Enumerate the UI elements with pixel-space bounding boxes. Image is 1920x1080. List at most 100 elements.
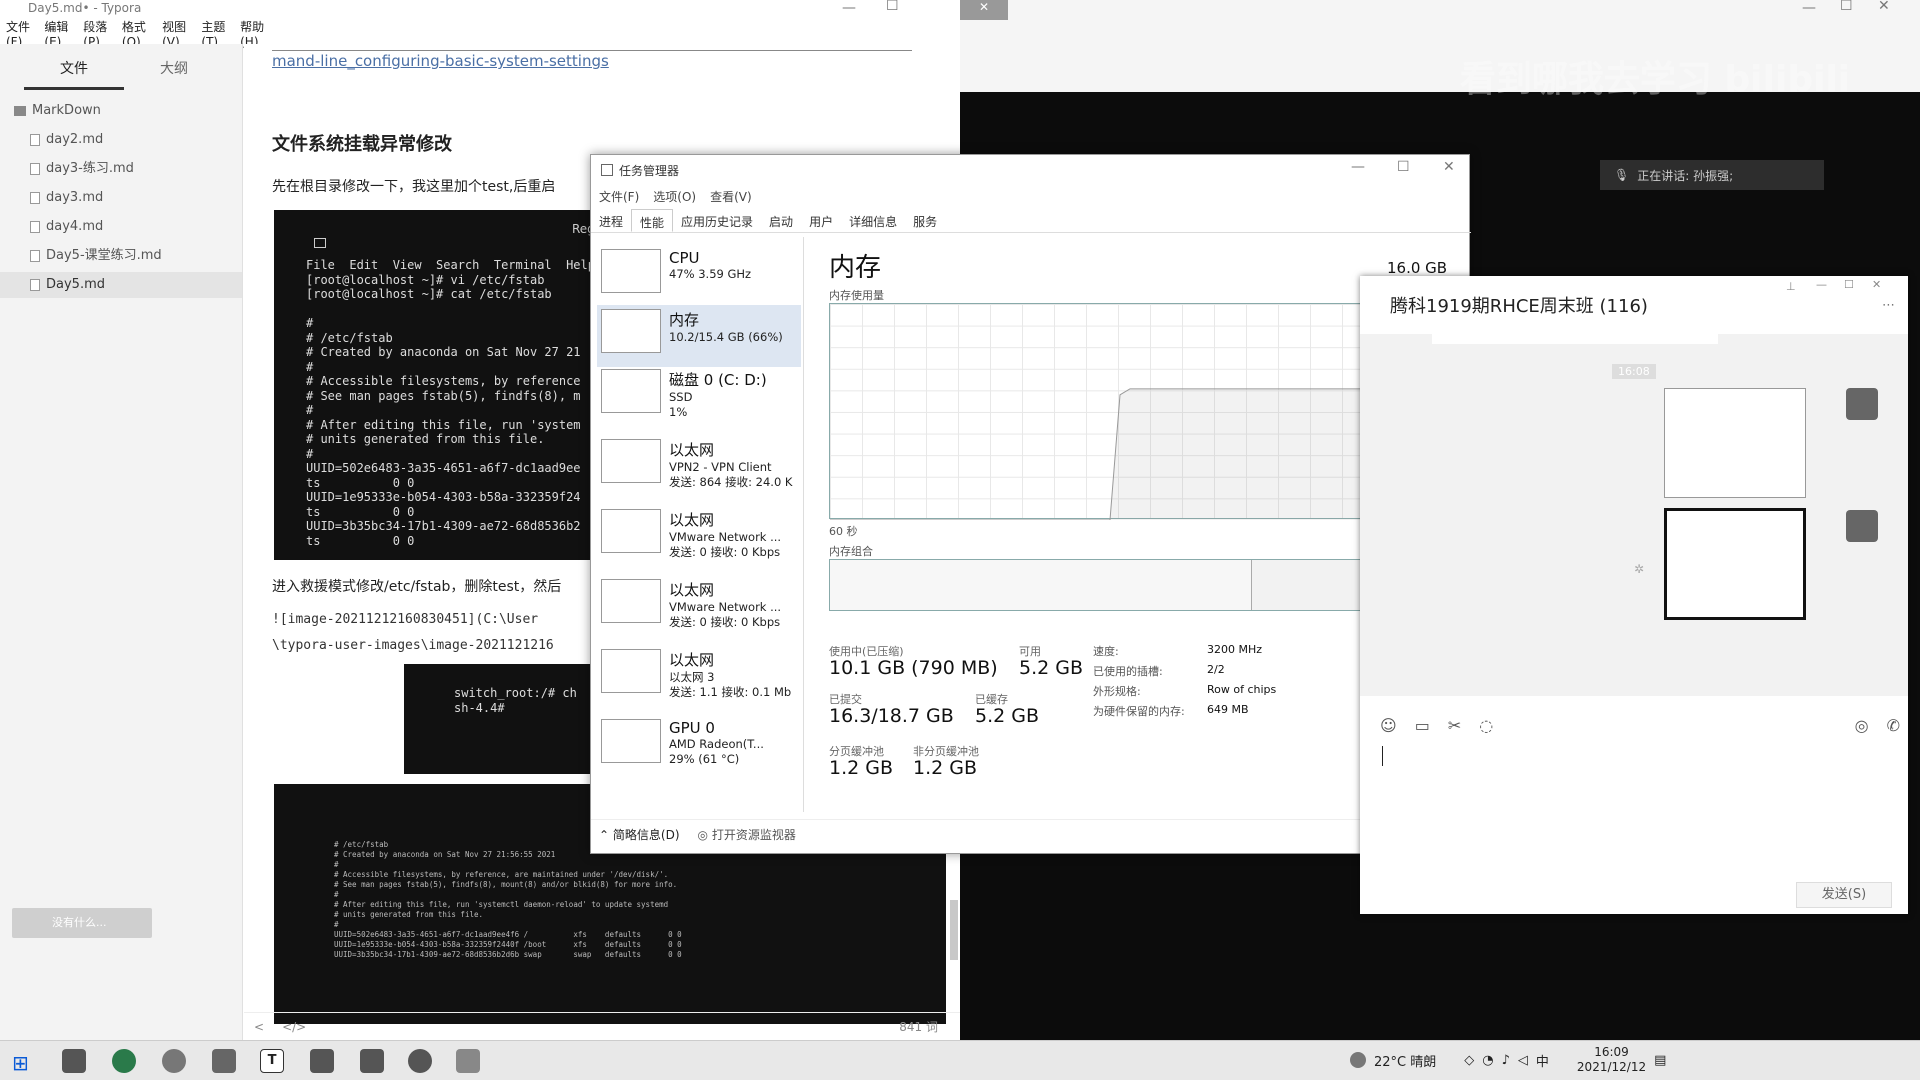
memory-in-use-segment <box>830 560 1253 610</box>
tab-details[interactable]: 详细信息 <box>841 209 905 232</box>
app-icon[interactable] <box>360 1049 384 1073</box>
perf-item-ethernet[interactable]: 以太网 VMware Network ... 发送: 0 接收: 0 Kbps <box>597 505 801 567</box>
disk-graph-thumbnail <box>601 369 661 413</box>
clock[interactable]: 16:09 2021/12/12 <box>1577 1045 1646 1075</box>
perf-item-disk[interactable]: 磁盘 0 (C: D:) SSD 1% <box>597 365 801 427</box>
ethernet-graph-thumbnail <box>601 439 661 483</box>
app-icon[interactable] <box>162 1049 186 1073</box>
perf-item-name: 内存 <box>669 311 700 329</box>
back-button[interactable]: < <box>254 1020 264 1034</box>
avatar[interactable] <box>1846 388 1878 420</box>
perf-item-detail: VPN2 - VPN Client <box>669 460 772 474</box>
wechat-icon[interactable]: ◔ <box>1482 1053 1493 1068</box>
perf-item-detail: 47% 3.59 GHz <box>669 267 752 281</box>
windows-start-icon[interactable]: ⊞ <box>12 1051 29 1075</box>
close-icon[interactable]: ✕ <box>960 0 1008 20</box>
close-button[interactable]: ✕ <box>1878 0 1890 14</box>
task-manager-icon <box>601 164 613 176</box>
phone-icon[interactable]: ✆ <box>1887 716 1900 742</box>
typora-app-icon[interactable]: T <box>260 1049 284 1073</box>
network-icon[interactable]: ◇ <box>1464 1053 1474 1068</box>
perf-item-detail: 10.2/15.4 GB (66%) <box>669 330 783 344</box>
perf-item-gpu[interactable]: GPU 0 AMD Radeon(T... 29% (61 °C) <box>597 715 801 777</box>
tab-files[interactable]: 文件 <box>24 56 124 90</box>
open-resource-monitor-link[interactable]: ◎ 打开资源监视器 <box>698 826 796 843</box>
file-item[interactable]: day3-练习.md <box>30 156 256 182</box>
maximize-button[interactable]: ☐ <box>886 0 899 14</box>
task-manager-footer: ⌃ 简略信息(D) ◎ 打开资源监视器 <box>591 819 1471 849</box>
tab-users[interactable]: 用户 <box>801 209 841 232</box>
tab-app-history[interactable]: 应用历史记录 <box>673 209 761 232</box>
close-button[interactable]: ✕ <box>1872 278 1881 291</box>
ime-indicator[interactable]: 中 <box>1536 1051 1549 1070</box>
tab-startup[interactable]: 启动 <box>761 209 801 232</box>
close-button[interactable]: ✕ <box>1443 159 1455 175</box>
perf-item-memory[interactable]: 内存 10.2/15.4 GB (66%) <box>597 305 801 367</box>
menu-options[interactable]: 选项(O) <box>653 188 696 205</box>
nonpaged-pool-value: 1.2 GB <box>913 757 978 779</box>
minimize-button[interactable]: — <box>1802 0 1816 16</box>
microphone-icon[interactable]: ♪ <box>1502 1053 1510 1068</box>
maximize-button[interactable]: ☐ <box>1844 278 1854 291</box>
scissors-icon[interactable]: ✂ <box>1448 716 1461 742</box>
tab-processes[interactable]: 进程 <box>591 209 631 232</box>
folder-markdown[interactable]: MarkDown <box>14 98 240 124</box>
task-manager-app-icon[interactable] <box>456 1049 480 1073</box>
speaking-label: 正在讲话: 孙振强; <box>1637 168 1734 183</box>
overlay-button[interactable]: 没有什么... <box>12 908 152 938</box>
send-button[interactable]: 发送(S) <box>1796 882 1892 908</box>
maximize-button[interactable]: ☐ <box>1397 159 1410 175</box>
minimize-button[interactable]: — <box>1816 278 1827 291</box>
chat-title: 腾科1919期RHCE周末班 (116) <box>1390 296 1648 317</box>
memory-title: 内存 <box>829 253 882 283</box>
edge-browser-icon[interactable] <box>112 1049 136 1073</box>
speaker-icon[interactable]: ◁ <box>1518 1053 1528 1068</box>
minimize-button[interactable]: — <box>842 0 856 16</box>
weather-text[interactable]: 22°C 晴朗 <box>1374 1051 1436 1070</box>
file-item[interactable]: day3.md <box>30 185 256 211</box>
perf-item-ethernet[interactable]: 以太网 以太网 3 发送: 1.1 接收: 0.1 Mb <box>597 645 801 707</box>
file-label: day4.md <box>46 219 104 234</box>
menu-file[interactable]: 文件(F) <box>599 188 639 205</box>
link-text[interactable]: mand-line_configuring-basic-system-setti… <box>272 52 609 70</box>
image-message[interactable] <box>1664 508 1806 620</box>
source-mode-button[interactable]: </> <box>282 1020 306 1034</box>
image-message[interactable] <box>1664 388 1806 498</box>
perf-item-ethernet[interactable]: 以太网 VPN2 - VPN Client 发送: 864 接收: 24.0 K <box>597 435 801 497</box>
file-icon <box>30 163 40 175</box>
chat-bubble-icon[interactable]: ◌ <box>1479 716 1493 742</box>
perf-item-ethernet[interactable]: 以太网 VMware Network ... 发送: 0 接收: 0 Kbps <box>597 575 801 637</box>
file-label: Day5.md <box>46 277 105 292</box>
tab-services[interactable]: 服务 <box>905 209 945 232</box>
minimize-button[interactable]: — <box>1351 159 1365 175</box>
emoji-icon[interactable]: ☺ <box>1380 716 1397 742</box>
file-item[interactable]: Day5-课堂练习.md <box>30 243 256 269</box>
message-input[interactable] <box>1380 744 1890 874</box>
message-list[interactable]: 16:08 ✲ <box>1360 334 1908 696</box>
file-item[interactable]: day2.md <box>30 127 256 153</box>
menu-view[interactable]: 查看(V) <box>710 188 752 205</box>
tab-outline[interactable]: 大纲 <box>124 56 224 90</box>
message-timestamp: 16:08 <box>1612 364 1656 379</box>
tab-performance[interactable]: 性能 <box>631 209 674 232</box>
app-icon[interactable] <box>408 1049 432 1073</box>
perf-item-cpu[interactable]: CPU 47% 3.59 GHz <box>597 245 801 307</box>
fewer-details-button[interactable]: ⌃ 简略信息(D) <box>599 826 680 843</box>
folder-icon[interactable]: ▭ <box>1415 716 1430 742</box>
avatar[interactable] <box>1846 510 1878 542</box>
form-factor-value: Row of chips <box>1207 683 1277 696</box>
scrollbar[interactable] <box>950 900 958 960</box>
speaking-indicator: 🎙 正在讲话: 孙振强; <box>1600 160 1824 190</box>
file-item[interactable]: day4.md <box>30 214 256 240</box>
notification-icon[interactable]: ▤ <box>1654 1053 1666 1068</box>
more-icon[interactable]: ⋯ <box>1882 298 1895 313</box>
app-icon[interactable] <box>310 1049 334 1073</box>
app-icon[interactable] <box>62 1049 86 1073</box>
word-count[interactable]: 841 词 <box>899 1018 938 1035</box>
file-item-selected[interactable]: Day5.md <box>0 272 242 298</box>
window-title: 任务管理器 <box>619 163 680 178</box>
app-icon[interactable] <box>212 1049 236 1073</box>
restore-button[interactable]: ☐ <box>1840 0 1853 14</box>
history-icon[interactable]: ◎ <box>1855 716 1869 742</box>
pin-icon[interactable]: ⊥ <box>1786 280 1796 293</box>
